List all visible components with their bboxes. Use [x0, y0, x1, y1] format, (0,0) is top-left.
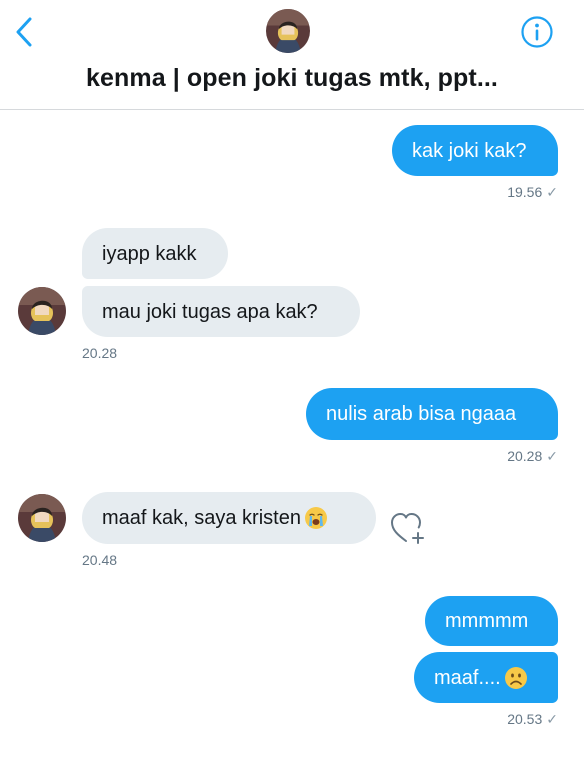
- info-icon: [521, 16, 553, 48]
- loudly-crying-face-icon: [304, 507, 327, 529]
- info-button[interactable]: [520, 15, 554, 49]
- message-bubble-outgoing[interactable]: nulis arab bisa ngaaa: [306, 388, 558, 440]
- message-text: iyapp kakk: [102, 242, 197, 265]
- header-avatar[interactable]: [266, 9, 310, 53]
- sender-avatar[interactable]: [18, 287, 66, 335]
- message-text: mmmmm: [445, 610, 529, 632]
- avatar-image: [266, 9, 310, 53]
- message-timestamp: 19.56 ✓: [507, 184, 558, 200]
- message-timestamp: 20.53 ✓: [507, 711, 558, 727]
- message-timestamp: 20.48: [82, 552, 118, 568]
- message-bubble-outgoing[interactable]: kak joki kak?: [392, 125, 558, 176]
- message-text: maaf....: [434, 666, 501, 689]
- message-text: mau joki tugas apa kak?: [102, 300, 318, 323]
- frowning-face-icon: [504, 666, 527, 689]
- message-bubble-incoming[interactable]: iyapp kakk: [82, 228, 228, 279]
- message-bubble-outgoing[interactable]: mmmmm: [425, 596, 558, 646]
- message-timestamp: 20.28 ✓: [507, 448, 558, 464]
- avatar-image: [18, 287, 66, 335]
- back-button[interactable]: [10, 14, 40, 50]
- avatar-image: [18, 494, 66, 542]
- heart-plus-icon: [391, 513, 424, 544]
- sent-check-icon: ✓: [546, 711, 558, 727]
- sender-avatar[interactable]: [18, 494, 66, 542]
- sent-check-icon: ✓: [546, 448, 558, 464]
- message-text: maaf kak, saya kristen: [102, 507, 301, 529]
- sent-check-icon: ✓: [546, 184, 558, 200]
- message-timestamp: 20.28: [82, 345, 118, 361]
- message-text: kak joki kak?: [412, 139, 527, 162]
- message-text: nulis arab bisa ngaaa: [326, 403, 517, 425]
- message-bubble-incoming[interactable]: mau joki tugas apa kak?: [82, 286, 360, 337]
- message-bubble-incoming[interactable]: maaf kak, saya kristen: [82, 492, 376, 544]
- chevron-left-icon: [16, 17, 32, 47]
- react-button[interactable]: [388, 509, 428, 547]
- message-bubble-outgoing[interactable]: maaf....: [414, 652, 558, 703]
- conversation-header: kenma | open joki tugas mtk, ppt...: [0, 0, 584, 110]
- conversation-title: kenma | open joki tugas mtk, ppt...: [86, 64, 498, 92]
